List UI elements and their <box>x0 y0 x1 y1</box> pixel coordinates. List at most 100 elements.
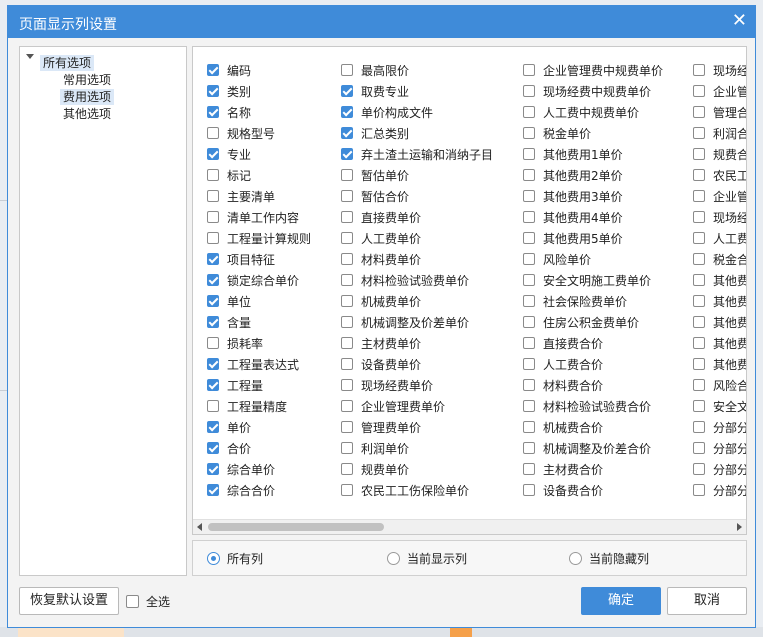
checkbox[interactable] <box>341 106 353 118</box>
checkbox[interactable] <box>341 85 353 97</box>
checkbox[interactable] <box>207 190 219 202</box>
checkbox[interactable] <box>693 106 705 118</box>
checkbox[interactable] <box>126 595 139 608</box>
checkbox[interactable] <box>693 211 705 223</box>
checkbox[interactable] <box>207 337 219 349</box>
checkbox[interactable] <box>341 463 353 475</box>
checkbox[interactable] <box>207 127 219 139</box>
checkbox[interactable] <box>341 64 353 76</box>
checkbox[interactable] <box>523 274 535 286</box>
checkbox[interactable] <box>207 484 219 496</box>
radio-button[interactable] <box>569 552 582 565</box>
checkbox[interactable] <box>693 190 705 202</box>
checkbox[interactable] <box>693 379 705 391</box>
horizontal-scrollbar[interactable] <box>193 519 746 534</box>
radio-button[interactable] <box>387 552 400 565</box>
checkbox[interactable] <box>341 442 353 454</box>
cancel-button[interactable]: 取消 <box>667 587 747 615</box>
checkbox[interactable] <box>341 169 353 181</box>
checkbox[interactable] <box>207 274 219 286</box>
checkbox[interactable] <box>341 253 353 265</box>
checkbox[interactable] <box>523 337 535 349</box>
checkbox[interactable] <box>693 64 705 76</box>
checkbox[interactable] <box>341 316 353 328</box>
close-icon[interactable]: ✕ <box>732 11 747 31</box>
checkbox[interactable] <box>523 127 535 139</box>
checkbox[interactable] <box>341 379 353 391</box>
checkbox[interactable] <box>207 358 219 370</box>
checkbox[interactable] <box>207 379 219 391</box>
scrollbar-thumb[interactable] <box>208 523 384 531</box>
checkbox[interactable] <box>207 421 219 433</box>
checkbox[interactable] <box>341 358 353 370</box>
checkbox[interactable] <box>693 358 705 370</box>
checkbox[interactable] <box>207 85 219 97</box>
checkbox[interactable] <box>523 190 535 202</box>
checkbox[interactable] <box>341 337 353 349</box>
scroll-left-icon[interactable] <box>197 523 202 531</box>
radio-button[interactable] <box>207 552 220 565</box>
checkbox[interactable] <box>207 316 219 328</box>
checkbox[interactable] <box>523 379 535 391</box>
checkbox[interactable] <box>693 337 705 349</box>
checkbox[interactable] <box>693 295 705 307</box>
checkbox[interactable] <box>693 316 705 328</box>
tree-node-other[interactable]: 其他选项 <box>60 106 114 122</box>
checkbox[interactable] <box>523 295 535 307</box>
checkbox[interactable] <box>693 421 705 433</box>
checkbox[interactable] <box>341 421 353 433</box>
checkbox[interactable] <box>693 274 705 286</box>
checkbox[interactable] <box>523 85 535 97</box>
checkbox[interactable] <box>523 232 535 244</box>
checkbox[interactable] <box>523 253 535 265</box>
checkbox[interactable] <box>207 148 219 160</box>
checkbox[interactable] <box>693 232 705 244</box>
checkbox[interactable] <box>341 190 353 202</box>
checkbox[interactable] <box>341 232 353 244</box>
checkbox[interactable] <box>207 400 219 412</box>
checkbox[interactable] <box>341 211 353 223</box>
checkbox[interactable] <box>693 442 705 454</box>
tree-node-fee[interactable]: 费用选项 <box>60 89 115 105</box>
checkbox[interactable] <box>523 316 535 328</box>
checkbox[interactable] <box>523 106 535 118</box>
checkbox[interactable] <box>207 232 219 244</box>
checkbox[interactable] <box>341 295 353 307</box>
checkbox[interactable] <box>693 463 705 475</box>
checkbox[interactable] <box>693 148 705 160</box>
checkbox[interactable] <box>207 106 219 118</box>
scroll-right-icon[interactable] <box>737 523 742 531</box>
restore-defaults-button[interactable]: 恢复默认设置 <box>19 587 119 615</box>
checkbox[interactable] <box>207 211 219 223</box>
checkbox[interactable] <box>207 463 219 475</box>
checkbox[interactable] <box>693 169 705 181</box>
checkbox[interactable] <box>523 400 535 412</box>
checkbox[interactable] <box>207 253 219 265</box>
checkbox[interactable] <box>523 463 535 475</box>
checkbox[interactable] <box>207 64 219 76</box>
checkbox[interactable] <box>523 442 535 454</box>
checkbox[interactable] <box>523 64 535 76</box>
checkbox[interactable] <box>523 484 535 496</box>
checkbox[interactable] <box>523 421 535 433</box>
tree-node-common[interactable]: 常用选项 <box>60 72 114 88</box>
checkbox[interactable] <box>523 211 535 223</box>
checkbox[interactable] <box>341 148 353 160</box>
checkbox[interactable] <box>207 442 219 454</box>
checkbox[interactable] <box>523 358 535 370</box>
checkbox[interactable] <box>207 169 219 181</box>
expand-toggle-icon[interactable] <box>26 54 34 59</box>
tree-node-all[interactable]: 所有选项 <box>40 55 95 71</box>
checkbox[interactable] <box>523 148 535 160</box>
checkbox[interactable] <box>207 295 219 307</box>
checkbox[interactable] <box>693 400 705 412</box>
checkbox[interactable] <box>341 484 353 496</box>
checkbox[interactable] <box>693 127 705 139</box>
checkbox[interactable] <box>341 127 353 139</box>
checkbox[interactable] <box>341 400 353 412</box>
checkbox[interactable] <box>341 274 353 286</box>
checkbox[interactable] <box>523 169 535 181</box>
checkbox[interactable] <box>693 85 705 97</box>
ok-button[interactable]: 确定 <box>581 587 661 615</box>
checkbox[interactable] <box>693 484 705 496</box>
